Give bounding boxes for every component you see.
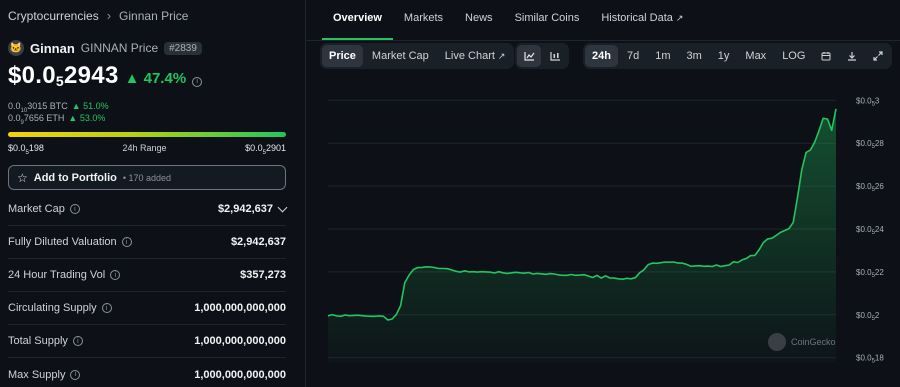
stat-value: 1,000,000,000,000 <box>194 335 286 347</box>
y-tick-label: $0.0522 <box>856 268 884 279</box>
portfolio-added-count: • 170 added <box>122 172 172 183</box>
info-icon[interactable]: i <box>72 336 83 346</box>
calendar-icon[interactable] <box>814 45 838 67</box>
range-1y-button[interactable]: 1y <box>711 45 737 67</box>
watermark-text: CoinGecko <box>791 337 836 347</box>
range-1m-button[interactable]: 1m <box>648 45 677 67</box>
tab-news[interactable]: News <box>454 0 504 40</box>
chart-view-group: Price Market Cap Live Chart ↗ <box>320 43 515 69</box>
coin-header: 🐱 Ginnan GINNAN Price #2839 <box>8 40 202 56</box>
range-high: $0.052901 <box>245 143 286 156</box>
stat-label: Total Supply <box>8 335 68 347</box>
chart-panel: Overview Markets News Similar Coins Hist… <box>306 0 900 387</box>
tab-overview[interactable]: Overview <box>322 0 393 40</box>
live-chart-label: Live Chart <box>444 50 495 62</box>
range-max-button[interactable]: Max <box>738 45 773 67</box>
range-labels: $0.05198 24h Range $0.052901 <box>8 143 286 156</box>
y-tick-label: $0.0526 <box>856 182 884 193</box>
view-live-chart-button[interactable]: Live Chart ↗ <box>438 45 513 67</box>
stat-label: Market Cap <box>8 203 65 215</box>
info-icon[interactable]: i <box>70 369 81 380</box>
price-chart[interactable]: $0.053 $0.0528 $0.0526 $0.0524 $0.0522 $0.052… <box>306 78 900 368</box>
current-price: $0.052943 <box>8 62 119 89</box>
tab-historical-data[interactable]: Historical Data ↗ <box>590 0 694 40</box>
range-3m-button[interactable]: 3m <box>680 45 709 67</box>
stat-label: Max Supply <box>8 368 66 381</box>
chevron-down-icon[interactable] <box>277 202 288 212</box>
tabs-divider <box>306 40 900 41</box>
stat-value: $357,273 <box>240 269 286 281</box>
breadcrumb-root[interactable]: Cryptocurrencies <box>8 9 99 23</box>
coin-symbol-label: GINNAN Price <box>80 41 159 55</box>
stat-volume: 24 Hour Trading Vol i $357,273 <box>8 259 286 292</box>
portfolio-label: Add to Portfolio <box>33 171 117 184</box>
stat-value: $2,942,637 <box>230 236 286 248</box>
tab-label: Historical Data <box>601 12 673 24</box>
breadcrumb: Cryptocurrencies › Ginnan Price <box>8 8 188 23</box>
line-chart-icon[interactable] <box>517 45 541 67</box>
range-bar <box>8 132 286 137</box>
info-icon[interactable]: i <box>110 270 121 280</box>
stat-total-supply: Total Supply i 1,000,000,000,000 <box>8 325 286 358</box>
range-24h-button[interactable]: 24h <box>585 45 618 67</box>
page-tabs: Overview Markets News Similar Coins Hist… <box>322 0 694 40</box>
tab-markets[interactable]: Markets <box>393 0 454 40</box>
external-link-icon: ↗ <box>675 13 684 23</box>
price-change: ▲ 47.4% <box>124 70 187 87</box>
chevron-right-icon: › <box>106 8 112 23</box>
tab-label: Overview <box>333 12 382 24</box>
price-display: $0.052943 ▲ 47.4% i <box>8 62 203 90</box>
coingecko-watermark: CoinGecko <box>768 333 836 351</box>
info-icon[interactable]: i <box>121 237 132 247</box>
stat-max-supply: Max Supply i 1,000,000,000,000 <box>8 358 286 387</box>
y-tick-label: $0.053 <box>856 96 880 107</box>
stat-label: Circulating Supply <box>8 302 97 314</box>
tab-label: News <box>465 12 493 24</box>
view-price-button[interactable]: Price <box>322 45 363 67</box>
y-axis-labels: $0.053 $0.0528 $0.0526 $0.0524 $0.0522 $0.052… <box>856 96 884 364</box>
log-scale-button[interactable]: LOG <box>775 45 812 67</box>
stat-market-cap: Market Cap i $2,942,637 <box>8 193 288 226</box>
download-icon[interactable] <box>840 45 864 67</box>
breadcrumb-current: Ginnan Price <box>119 8 189 23</box>
y-tick-label: $0.052 <box>856 311 880 322</box>
stat-circulating-supply: Circulating Supply i 1,000,000,000,000 <box>8 292 286 325</box>
stat-label: 24 Hour Trading Vol <box>8 269 106 281</box>
stat-value: $2,942,637 <box>217 203 273 215</box>
tab-similar-coins[interactable]: Similar Coins <box>504 0 591 40</box>
expand-icon[interactable] <box>866 45 890 67</box>
eth-change: ▲ 53.0% <box>68 113 106 123</box>
stat-fdv: Fully Diluted Valuation i $2,942,637 <box>8 226 286 259</box>
info-icon[interactable]: i <box>192 76 203 87</box>
eth-price: 0.097656 ETH ▲ 53.0% <box>8 113 106 126</box>
time-range-group: 24h 7d 1m 3m 1y Max LOG <box>583 43 893 69</box>
add-to-portfolio-button[interactable]: ☆ Add to Portfolio • 170 added <box>8 165 286 190</box>
y-tick-label: $0.0524 <box>856 225 884 236</box>
view-market-cap-button[interactable]: Market Cap <box>365 45 436 67</box>
stat-value: 1,000,000,000,000 <box>194 368 286 381</box>
price-area <box>328 108 836 363</box>
candlestick-icon[interactable] <box>543 45 567 67</box>
coin-name: Ginnan <box>30 40 75 56</box>
chart-type-group <box>515 43 569 69</box>
btc-price: 0.0103015 BTC ▲ 51.0% <box>8 101 109 114</box>
external-link-icon: ↗ <box>497 50 506 61</box>
stat-value: 1,000,000,000,000 <box>194 302 286 314</box>
coin-summary-panel: Cryptocurrencies › Ginnan Price 🐱 Ginnan… <box>0 0 296 387</box>
tab-label: Similar Coins <box>514 12 580 24</box>
tab-label: Markets <box>403 12 444 24</box>
range-title: 24h Range <box>122 143 167 153</box>
coin-logo-icon: 🐱 <box>8 40 24 56</box>
y-tick-label: $0.0528 <box>856 139 884 150</box>
info-icon[interactable]: i <box>69 204 80 214</box>
star-icon: ☆ <box>17 170 28 185</box>
y-tick-label: $0.0518 <box>856 354 884 365</box>
range-low: $0.05198 <box>8 143 44 156</box>
info-icon[interactable]: i <box>101 303 112 313</box>
coingecko-logo-icon <box>768 333 786 351</box>
range-7d-button[interactable]: 7d <box>620 45 646 67</box>
stat-label: Fully Diluted Valuation <box>8 236 117 248</box>
rank-badge: #2839 <box>164 41 202 55</box>
btc-change: ▲ 51.0% <box>71 101 109 111</box>
